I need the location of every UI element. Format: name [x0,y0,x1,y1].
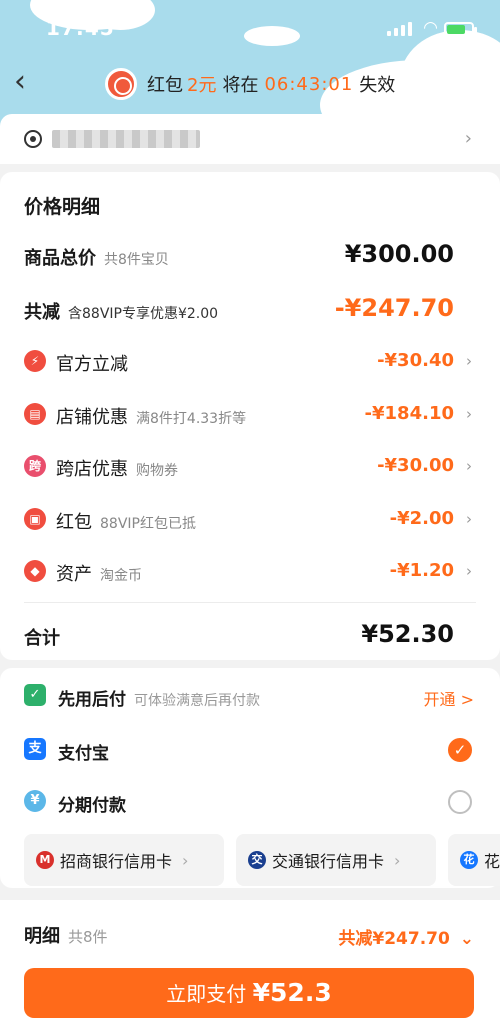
chevron-right-icon: › [182,850,189,870]
detail-sub: 共8件 [68,928,108,946]
sum-amount: ¥52.30 [361,620,454,648]
discount-label: 跨店优惠 [56,459,128,480]
cross-store-icon: 跨 [24,455,46,477]
address-blurred [52,130,200,148]
pay-later-icon: ✓ [24,684,46,706]
discount-sub: 88VIP红包已抵 [100,515,196,532]
chevron-right-icon: › [466,509,472,528]
payment-card: ✓ 先用后付 可体验满意后再付款 开通 > 支 支付宝 ✓ ¥ 分期付款 M 招商… [0,668,500,888]
card-option-label: 花 [484,852,500,871]
card-option-bocom[interactable]: 交 交通银行信用卡 › [236,834,436,886]
chevron-right-icon: › [466,562,472,580]
chevron-right-icon: › [466,352,472,370]
alipay-radio[interactable]: ✓ [448,738,472,762]
total-reduce-amount: -¥247.70 [334,294,454,322]
open-pay-later-link[interactable]: 开通 > [424,686,475,710]
back-icon[interactable]: ‹ [14,67,44,98]
total-reduce-row: 共减 含88VIP专享优惠¥2.00 -¥247.70 [0,290,500,330]
pay-later-row[interactable]: ✓ 先用后付 可体验满意后再付款 开通 > [0,674,500,718]
pay-now-button[interactable]: 立即支付 ¥52.3 [24,968,474,1018]
location-pin-icon [24,130,42,148]
discount-row[interactable]: ⚡ 官方立减 -¥30.40 › [0,342,500,382]
goods-total-row: 商品总价 共8件宝贝 ¥300.00 [0,236,500,276]
alipay-row[interactable]: 支 支付宝 ✓ [0,728,500,772]
divider [24,602,476,603]
installment-row[interactable]: ¥ 分期付款 [0,780,500,824]
installment-radio[interactable] [448,790,472,814]
chevron-right-icon: › [466,404,472,423]
pay-later-label: 先用后付 [58,690,126,710]
discount-row[interactable]: 跨跨店优惠 购物券 -¥30.00 › [0,447,500,487]
countdown-time: 06:43:01 [264,73,354,95]
card-option-label: 交通银行信用卡 [272,852,385,871]
bottom-bar: 明细 共8件 共减¥247.70 ⌄ 立即支付 ¥52.3 [0,900,500,1031]
discount-label: 红包 [56,511,92,533]
discount-amount: -¥1.20 [389,560,454,581]
goods-total-amount: ¥300.00 [344,240,454,268]
red-packet-amount: 2元 [187,75,217,96]
sum-label: 合计 [24,628,60,649]
status-bar: 17:45 ◠ [0,14,500,44]
card-option-label: 招商银行信用卡 [60,852,173,871]
discount-amount: -¥30.00 [377,455,454,476]
alarm-clock-icon [105,68,137,100]
goods-total-sub: 共8件宝贝 [104,252,169,268]
detail-toggle[interactable]: 共减¥247.70 ⌄ [338,924,474,949]
card-option-cmb[interactable]: M 招商银行信用卡 › [24,834,224,886]
price-detail-title: 价格明细 [24,196,101,218]
header-banner: 17:45 ◠ ‹ 红包 2元 将在 06:43:01 失效 [0,0,500,128]
pay-later-sub: 可体验满意后再付款 [134,693,260,709]
pay-now-label: 立即支付 [166,982,247,1006]
huabei-icon: 花 [460,851,478,869]
installment-icon: ¥ [24,790,46,812]
shop-icon: ▤ [24,402,46,425]
chevron-right-icon: › [394,850,401,870]
detail-reduce: 共减¥247.70 [338,929,450,949]
nav-bar: ‹ 红包 2元 将在 06:43:01 失效 [0,62,500,108]
sum-row: 合计 ¥52.30 [0,616,500,656]
discount-amount: -¥184.10 [364,402,454,424]
red-packet-countdown: 红包 2元 将在 06:43:01 失效 [105,68,395,100]
discount-amount: -¥2.00 [389,507,454,529]
discount-amount: -¥30.40 [377,350,454,371]
battery-icon [444,22,477,37]
card-option-huabei[interactable]: 花 花 [448,834,500,886]
wifi-icon: ◠ [423,18,438,38]
price-detail-card: 价格明细 商品总价 共8件宝贝 ¥300.00 共减 含88VIP专享优惠¥2.00… [0,172,500,660]
alipay-icon: 支 [24,738,46,760]
discount-sub: 购物券 [136,463,178,479]
countdown-will: 将在 [222,75,259,96]
countdown-prefix: 红包 [147,75,183,96]
total-reduce-label: 共减 [24,302,60,323]
signal-icon [387,22,412,36]
discount-sub: 满8件打4.33折等 [136,410,247,427]
discount-label: 官方立减 [56,354,128,375]
chevron-right-icon: › [466,457,472,475]
chevron-right-icon: › [464,128,472,149]
chevron-down-icon: ⌄ [459,929,474,949]
detail-label: 明细 [24,926,60,947]
total-reduce-sub: 含88VIP专享优惠¥2.00 [68,306,219,322]
discount-label: 资产 [56,564,92,585]
goods-total-label: 商品总价 [24,248,96,269]
installment-label: 分期付款 [58,796,126,816]
status-time: 17:45 [46,16,115,40]
lightning-icon: ⚡ [24,350,46,372]
discount-label: 店铺优惠 [56,406,128,428]
discount-row[interactable]: ◆ 资产 淘金币 -¥1.20 › [0,552,500,592]
countdown-suffix: 失效 [359,75,396,96]
discount-sub: 淘金币 [100,568,142,584]
discount-row[interactable]: ▣ 红包 88VIP红包已抵 -¥2.00 › [0,500,500,540]
address-row[interactable]: › [0,114,500,164]
discount-row[interactable]: ▤ 店铺优惠 满8件打4.33折等 -¥184.10 › [0,395,500,435]
cmb-bank-icon: M [36,851,54,869]
red-packet-icon: ▣ [24,507,46,530]
bocom-bank-icon: 交 [248,851,266,869]
pay-now-amount: ¥52.3 [252,978,332,1007]
alipay-label: 支付宝 [58,744,109,764]
tag-icon: ◆ [24,560,46,582]
credit-card-options: M 招商银行信用卡 › 交 交通银行信用卡 › 花 花 [24,834,500,886]
